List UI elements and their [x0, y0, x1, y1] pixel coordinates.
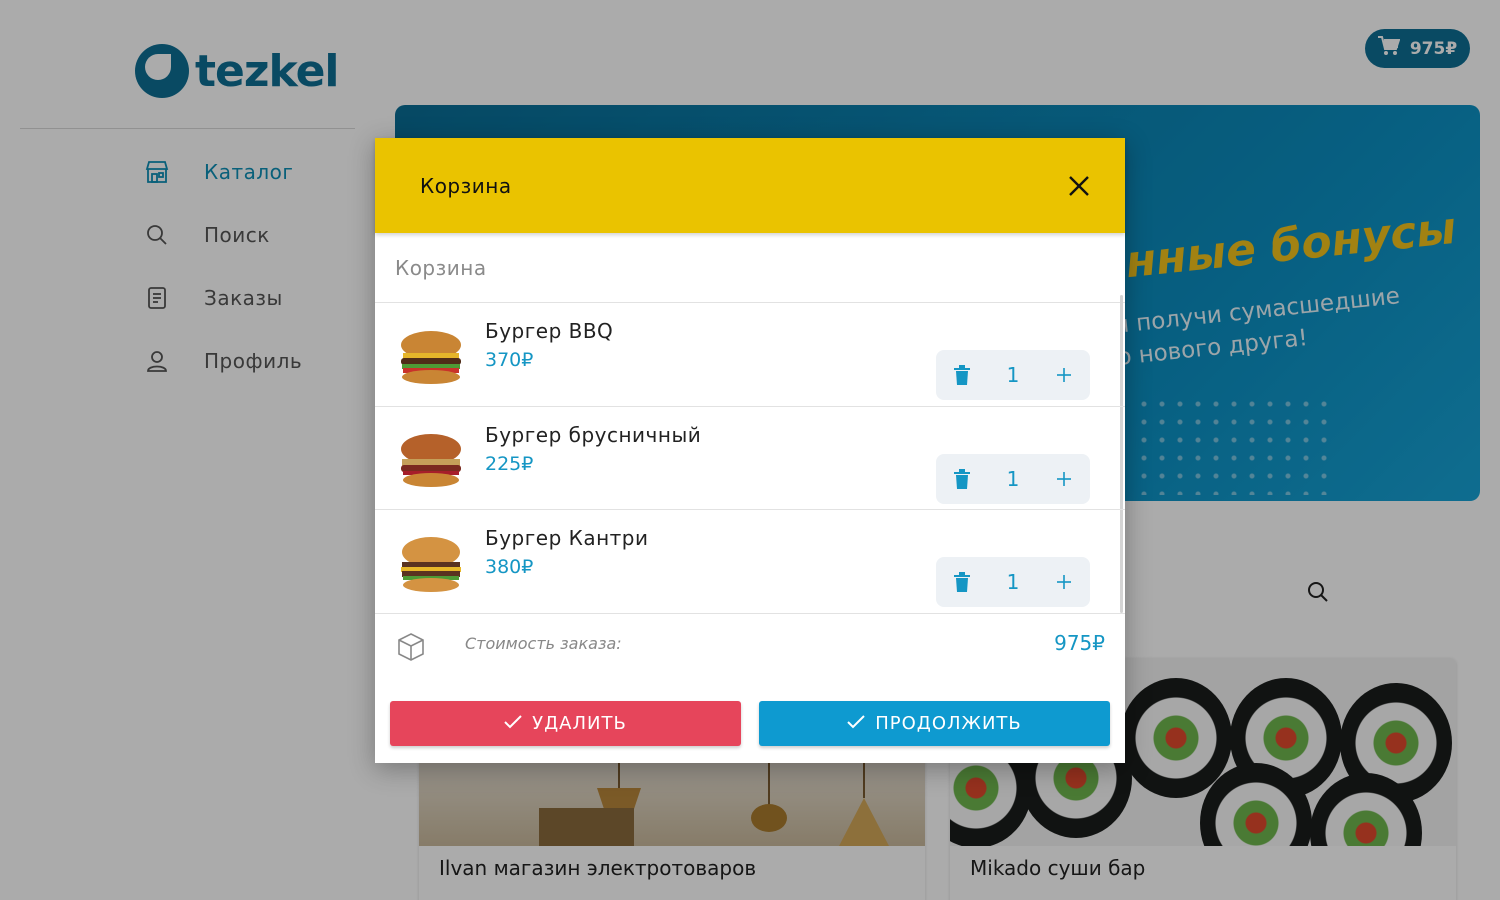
burger-image [401, 331, 461, 384]
order-total-label: Стоимость заказа: [465, 633, 622, 653]
order-total-row: Стоимость заказа: 975₽ [375, 614, 1125, 676]
item-name: Бургер Кантри [485, 526, 649, 550]
close-icon[interactable] [1063, 170, 1095, 202]
check-icon [847, 713, 865, 734]
cart-modal: Корзина Корзина Бургер BBQ 370₽ 1 Бургер… [375, 138, 1125, 763]
trash-icon[interactable] [950, 363, 974, 387]
quantity-value: 1 [1006, 363, 1020, 387]
continue-button[interactable]: ПРОДОЛЖИТЬ [759, 701, 1110, 746]
box-icon [397, 632, 425, 666]
delete-button-label: УДАЛИТЬ [532, 713, 627, 734]
item-price: 225₽ [485, 452, 534, 475]
plus-icon[interactable] [1052, 363, 1076, 387]
cart-section-title: Корзина [375, 233, 1125, 303]
plus-icon[interactable] [1052, 467, 1076, 491]
item-name: Бургер BBQ [485, 319, 614, 343]
cart-item: Бургер BBQ 370₽ 1 [375, 303, 1125, 407]
trash-icon[interactable] [950, 467, 974, 491]
plus-icon[interactable] [1052, 570, 1076, 594]
item-name: Бургер брусничный [485, 422, 702, 447]
delete-button[interactable]: УДАЛИТЬ [390, 701, 741, 746]
modal-title: Корзина [420, 173, 512, 198]
continue-button-label: ПРОДОЛЖИТЬ [875, 713, 1022, 734]
cart-item: Бургер брусничный 225₽ 1 [375, 407, 1125, 510]
trash-icon[interactable] [950, 570, 974, 594]
burger-image [401, 537, 461, 592]
cart-item: Бургер Кантри 380₽ 1 [375, 510, 1125, 614]
item-price: 380₽ [485, 556, 534, 578]
modal-actions: УДАЛИТЬ ПРОДОЛЖИТЬ [390, 701, 1110, 746]
quantity-value: 1 [1006, 466, 1020, 491]
item-price: 370₽ [485, 349, 534, 371]
quantity-stepper: 1 [936, 453, 1090, 504]
modal-header: Корзина [375, 138, 1125, 233]
quantity-value: 1 [1006, 570, 1020, 594]
order-total-value: 975₽ [1054, 630, 1105, 655]
burger-image [401, 433, 461, 487]
check-icon [504, 713, 522, 734]
quantity-stepper: 1 [936, 350, 1090, 400]
quantity-stepper: 1 [936, 557, 1090, 607]
